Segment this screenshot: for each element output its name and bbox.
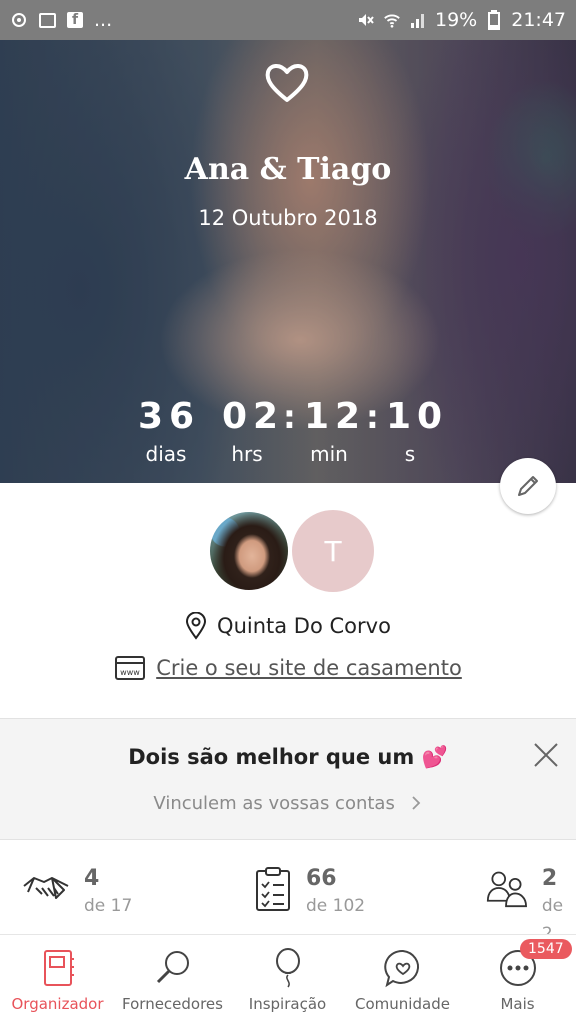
status-bar: f ... 19% 21:47 [0, 0, 576, 40]
countdown-minutes-label: min [310, 442, 348, 466]
couple-names: Ana & Tiago [184, 152, 392, 187]
edit-button[interactable] [500, 458, 556, 514]
countdown-separator: : [366, 398, 379, 436]
promo-title: Dois são melhor que um 💕 [128, 745, 448, 769]
venue-row[interactable]: Quinta Do Corvo [0, 612, 576, 640]
website-row[interactable]: www Crie o seu site de casamento [0, 655, 576, 681]
nav-inspiracao[interactable]: Inspiração [230, 935, 345, 1024]
countdown-seconds-label: s [404, 442, 416, 466]
countdown-minutes: 12 [303, 396, 367, 437]
create-website-link[interactable]: Crie o seu site de casamento [156, 656, 462, 680]
website-icon: www [115, 656, 146, 680]
mute-icon [357, 11, 375, 29]
nav-label: Inspiração [248, 995, 327, 1013]
checklist-icon [256, 867, 290, 911]
location-pin-icon [186, 612, 207, 640]
nav-mais[interactable]: Mais 1547 [460, 935, 575, 1024]
stat-value: 2 [541, 866, 558, 891]
nav-label: Organizador [11, 995, 104, 1013]
countdown-hours: 02 [221, 396, 285, 437]
signal-icon [409, 11, 427, 29]
chat-heart-icon [383, 947, 423, 989]
svg-text:www: www [120, 668, 140, 677]
bottom-nav: Organizador Fornecedores Inspiração Comu… [0, 934, 576, 1024]
stat-total: de 2 [541, 896, 564, 934]
nav-label: Mais [500, 995, 535, 1013]
hero-banner: Ana & Tiago 12 Outubro 2018 36 02 : 12 :… [0, 40, 576, 483]
image-icon [38, 11, 56, 29]
balloon-icon [268, 947, 308, 989]
stat-guests[interactable]: 2 de 2 [486, 866, 576, 934]
search-icon [153, 947, 193, 989]
countdown-hours-label: hrs [231, 442, 263, 466]
avatar-partner[interactable]: T [292, 510, 374, 592]
handshake-icon [23, 877, 69, 899]
app-screen: f ... 19% 21:47 Ana & Tiago 12 Outubro 2… [0, 0, 576, 1024]
cast-icon [10, 11, 28, 29]
avatar-bride[interactable] [208, 510, 290, 592]
more-notifications: ... [94, 9, 113, 31]
nav-organizador[interactable]: Organizador [0, 935, 115, 1024]
countdown-seconds: 10 [385, 396, 449, 437]
heart-icon [265, 64, 309, 102]
nav-label: Fornecedores [122, 995, 223, 1013]
countdown-days-label: dias [145, 442, 187, 466]
stat-tasks[interactable]: 66 de 102 [254, 866, 365, 920]
countdown: 36 02 : 12 : 10 dias hrs min s [0, 396, 576, 476]
wifi-icon [383, 11, 401, 29]
planner-icon [38, 947, 78, 989]
countdown-days: 36 [137, 396, 201, 437]
wedding-date: 12 Outubro 2018 [198, 206, 378, 230]
clock: 21:47 [511, 9, 566, 31]
stat-suppliers[interactable]: 4 de 17 [22, 866, 132, 920]
chevron-right-icon [411, 796, 420, 810]
stat-total: de 102 [306, 896, 366, 916]
facebook-icon: f [66, 11, 84, 29]
pencil-icon [518, 476, 538, 496]
couple-avatars: T [208, 510, 374, 592]
close-icon[interactable] [532, 741, 560, 769]
venue-name: Quinta Do Corvo [217, 614, 391, 638]
nav-label: Comunidade [355, 995, 450, 1013]
battery-percent: 19% [435, 9, 478, 31]
nav-fornecedores[interactable]: Fornecedores [115, 935, 230, 1024]
notification-badge: 1547 [520, 939, 572, 959]
stat-value: 66 [306, 866, 337, 891]
stat-value: 4 [84, 866, 100, 891]
countdown-separator: : [283, 398, 296, 436]
link-accounts-label: Vinculem as vossas contas [153, 793, 395, 814]
link-accounts-banner: Dois são melhor que um 💕 Vinculem as vos… [0, 718, 576, 840]
progress-stats: 4 de 17 66 de 102 2 de 2 [0, 842, 576, 934]
nav-comunidade[interactable]: Comunidade [345, 935, 460, 1024]
battery-icon [485, 10, 503, 30]
stat-total: de 17 [84, 896, 133, 916]
guests-icon [486, 871, 527, 908]
link-accounts-link[interactable]: Vinculem as vossas contas [0, 793, 576, 814]
